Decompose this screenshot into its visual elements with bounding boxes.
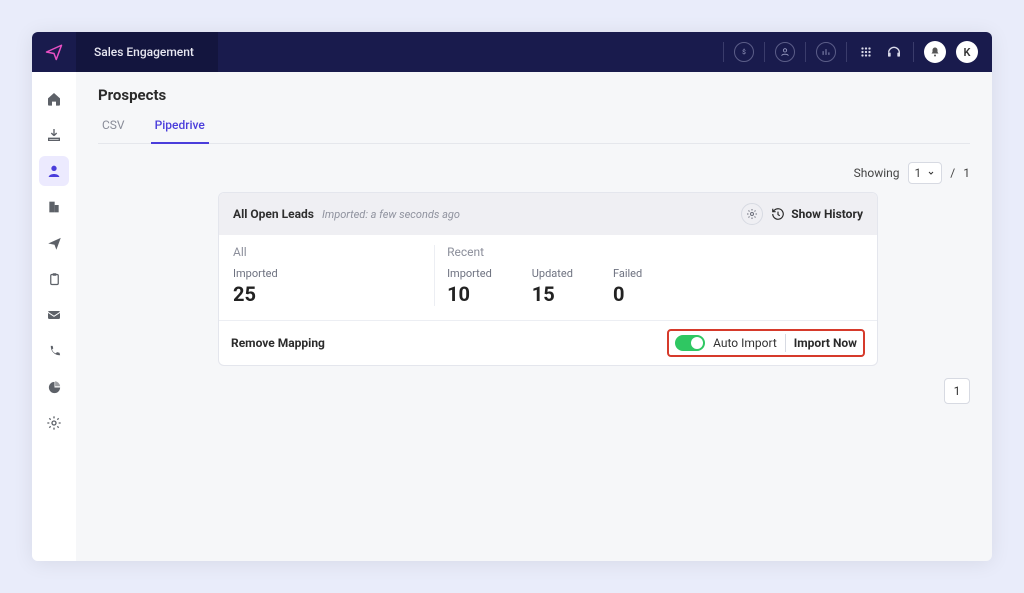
paper-plane-icon: [45, 43, 63, 61]
download-icon: [46, 127, 62, 143]
svg-text:$: $: [742, 48, 746, 56]
app-logo[interactable]: [32, 32, 76, 72]
stats-col-all: All Imported 25: [233, 245, 435, 306]
auto-import-toggle[interactable]: [675, 335, 705, 351]
notifications-button[interactable]: [924, 41, 946, 63]
page-number: 1: [954, 384, 961, 398]
card-footer: Remove Mapping Auto Import Import Now: [219, 320, 877, 365]
tab-label: CSV: [102, 118, 125, 132]
user-avatar[interactable]: K: [956, 41, 978, 63]
sidebar: [32, 72, 76, 561]
sidebar-item-sequences[interactable]: [39, 228, 69, 258]
sidebar-item-reports[interactable]: [39, 372, 69, 402]
pie-icon: [47, 380, 62, 395]
tab-csv[interactable]: CSV: [98, 112, 129, 144]
all-imported-value: 25: [233, 282, 422, 306]
app-frame: Sales Engagement $: [32, 32, 992, 561]
show-history-label: Show History: [791, 207, 863, 221]
building-icon: [46, 199, 62, 215]
recent-updated-value: 15: [532, 282, 573, 306]
body: Prospects CSV Pipedrive Showing 1 / 1: [32, 72, 992, 561]
show-history-button[interactable]: Show History: [771, 207, 863, 221]
sidebar-item-calls[interactable]: [39, 336, 69, 366]
page-button-1[interactable]: 1: [944, 378, 970, 404]
stats-col-recent: Recent Imported 10 Updated 15 Fa: [447, 245, 863, 306]
gear-icon: [746, 208, 758, 220]
page-select[interactable]: 1: [908, 162, 943, 184]
home-icon: [46, 91, 62, 107]
stat-recent-updated: Updated 15: [532, 267, 573, 306]
import-now-button[interactable]: Import Now: [794, 336, 857, 350]
sidebar-item-tasks[interactable]: [39, 264, 69, 294]
app-title[interactable]: Sales Engagement: [76, 32, 218, 72]
divider: [805, 42, 806, 62]
person-icon: [46, 163, 62, 179]
sidebar-item-downloads[interactable]: [39, 120, 69, 150]
mail-icon: [46, 307, 62, 323]
app-title-label: Sales Engagement: [94, 45, 194, 59]
sidebar-item-settings[interactable]: [39, 408, 69, 438]
user-initial: K: [964, 46, 971, 59]
total-pages: 1: [963, 166, 970, 180]
divider: [785, 334, 786, 352]
tabs: CSV Pipedrive: [98, 112, 970, 144]
clipboard-icon: [47, 272, 62, 287]
lead-sync-card: All Open Leads Imported: a few seconds a…: [218, 192, 878, 366]
page-title: Prospects: [98, 86, 970, 104]
dialpad-icon[interactable]: [857, 43, 875, 61]
stat-recent-imported: Imported 10: [447, 267, 492, 306]
divider: [913, 42, 914, 62]
sidebar-item-inbox[interactable]: [39, 300, 69, 330]
recent-imported-label: Imported: [447, 267, 492, 280]
dollar-icon[interactable]: $: [734, 42, 754, 62]
chart-icon[interactable]: [816, 42, 836, 62]
divider: [846, 42, 847, 62]
headset-icon[interactable]: [885, 43, 903, 61]
recent-updated-label: Updated: [532, 267, 573, 280]
topbar-right: $: [723, 41, 992, 63]
recent-imported-value: 10: [447, 282, 492, 306]
card-stats: All Imported 25 Recent Imported 10 U: [219, 235, 877, 320]
gear-icon: [46, 415, 62, 431]
import-controls-highlight: Auto Import Import Now: [667, 329, 865, 357]
recent-failed-value: 0: [613, 282, 642, 306]
sidebar-item-prospects[interactable]: [39, 156, 69, 186]
sidebar-item-companies[interactable]: [39, 192, 69, 222]
imported-note: Imported: a few seconds ago: [322, 208, 460, 221]
stat-recent-failed: Failed 0: [613, 267, 642, 306]
sidebar-item-home[interactable]: [39, 84, 69, 114]
paper-plane-icon: [47, 236, 62, 251]
col-recent-label: Recent: [447, 245, 863, 259]
card-settings-button[interactable]: [741, 203, 763, 225]
tab-label: Pipedrive: [155, 118, 205, 132]
auto-import-label: Auto Import: [713, 336, 777, 350]
caret-down-icon: [927, 169, 935, 177]
card-title: All Open Leads: [233, 207, 314, 221]
history-icon: [771, 207, 785, 221]
main-content: Prospects CSV Pipedrive Showing 1 / 1: [76, 72, 992, 561]
showing-label: Showing: [854, 166, 900, 180]
tab-pipedrive[interactable]: Pipedrive: [151, 112, 209, 144]
showing-row: Showing 1 / 1: [98, 162, 970, 184]
pagination: 1: [98, 378, 970, 404]
of-separator: /: [950, 166, 955, 180]
phone-icon: [47, 344, 62, 359]
card-header: All Open Leads Imported: a few seconds a…: [219, 193, 877, 235]
col-all-label: All: [233, 245, 422, 259]
user-icon[interactable]: [775, 42, 795, 62]
recent-failed-label: Failed: [613, 267, 642, 280]
divider: [723, 42, 724, 62]
topbar: Sales Engagement $: [32, 32, 992, 72]
all-imported-label: Imported: [233, 267, 422, 280]
divider: [764, 42, 765, 62]
remove-mapping-button[interactable]: Remove Mapping: [231, 336, 325, 350]
bell-icon: [929, 46, 941, 58]
page-select-value: 1: [915, 166, 922, 180]
